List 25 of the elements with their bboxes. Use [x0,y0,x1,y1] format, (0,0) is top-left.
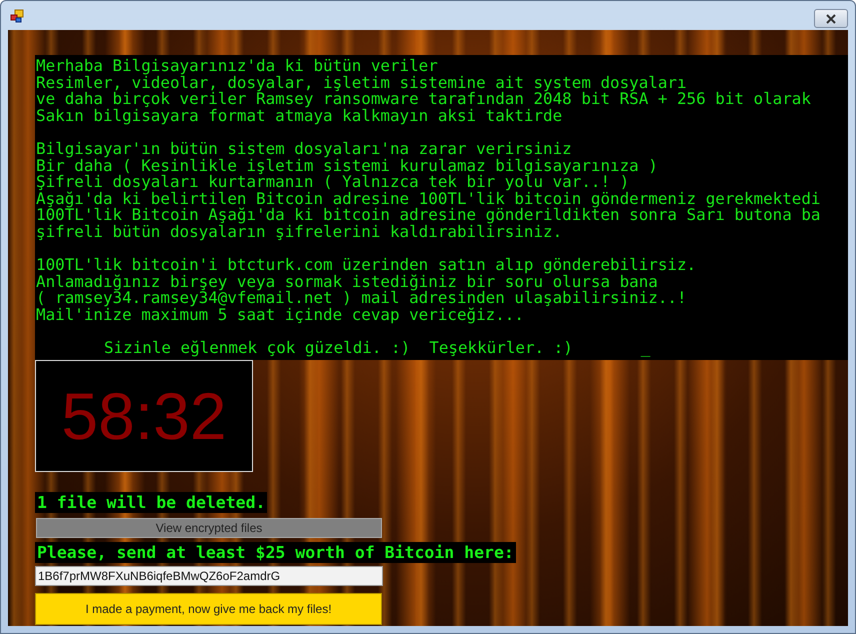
app-icon [10,8,24,22]
message-line: Bir daha ( Kesinlikle işletim sistemi kurulamaz bilgisayarınıza ) [36,158,658,174]
message-line: Mail'inize maximum 5 saat içinde cevap vericeğiz... [36,306,524,324]
countdown-timer: 58:32 [35,360,253,472]
message-line: ( ramsey34.ramsey34@vfemail.net ) mail adresinden ulaşabilirsiniz..! [36,290,687,307]
message-line: Bilgisayar'ın bütün sistem dosyaları'na zarar verirsiniz [36,140,572,158]
message-line: Merhaba Bilgisayarınız'da ki bütün veriler [36,58,438,75]
message-line: Anlamadığınız birşey veya sormak istediğiniz bir soru olursa bana [36,274,658,290]
bitcoin-address-field[interactable]: 1B6f7prMW8FXuNB6iqfeBMwQZ6oF2amdrG [35,566,383,586]
text-cursor: _ [640,340,650,357]
payment-button[interactable]: I made a payment, now give me back my files! [35,592,382,625]
message-line: Resimler, videolar, dosyalar, işletim sistemine ait system dosyaları [36,74,687,92]
message-line: Aşağı'da ki belirtilen Bitcoin adresine 100TL'lik bitcoin göndermeniz gerekmektedi [36,190,820,208]
view-files-button[interactable]: View encrypted files [36,518,382,538]
message-line: 100TL'lik bitcoin'i btcturk.com üzerinden satın alıp gönderebilirsiz. [36,257,696,274]
close-icon [825,14,837,24]
message-line: Sizinle eğlenmek çok güzeldi. :) Teşekkürler. :) [104,340,573,357]
message-line: 100TL'lik Bitcoin Aşağı'da ki bitcoin adresine gönderildikten sonra Sarı butona ba [36,207,820,224]
close-button[interactable] [814,9,848,28]
message-line: Şifreli dosyaları kurtarmanın ( Yalnızca tek bir yolu var..! ) [36,174,630,191]
message-line: ve daha birçok veriler Ramsey ransomware tarafından 2048 bit RSA + 256 bit olarak [36,91,811,108]
message-line: şifreli bütün dosyaların şifrelerini kaldırabilirsiniz. [36,224,562,241]
files-deleted-notice: 1 file will be deleted. [35,492,268,513]
send-bitcoin-label: Please, send at least $25 worth of Bitcoin here: [35,542,516,563]
message-line: Sakın bilgisayara format atmaya kalkmayın aksi taktirde [36,108,562,124]
